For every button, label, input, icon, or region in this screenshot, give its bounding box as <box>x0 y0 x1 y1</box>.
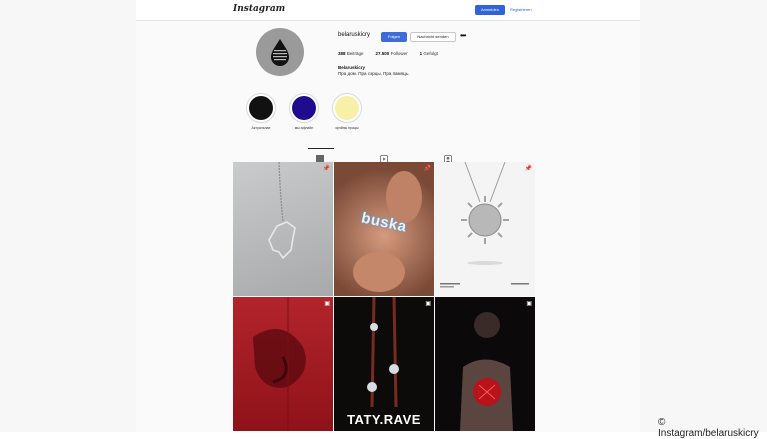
map-pendant-image <box>268 162 296 260</box>
post-tile[interactable]: buska 📌 <box>334 162 434 296</box>
posts-grid: 📌 buska 📌 📌 ▣ TATY.RAVE ▣ ▣ <box>233 162 536 432</box>
pin-icon: 📌 <box>322 166 330 172</box>
screenshot-frame: Instagram Anmelden Registrieren belarusk… <box>0 0 767 439</box>
highlight-item[interactable]: крэйны працы <box>330 93 364 130</box>
profile-username: belaruskicry <box>338 32 371 38</box>
tab-tagged[interactable] <box>444 150 454 163</box>
instagram-logo[interactable]: Instagram <box>233 4 285 14</box>
drop-logo-icon <box>271 39 289 66</box>
following-stat[interactable]: 1 Gefolgt <box>420 51 438 56</box>
bio-name: Belaruskicry <box>338 65 366 70</box>
register-link[interactable]: Registrieren <box>510 5 532 15</box>
profile-tabs <box>136 148 640 163</box>
photo-credit: © Instagram/belaruskicry <box>658 417 759 439</box>
login-button[interactable]: Anmelden <box>475 5 505 15</box>
pin-icon: 📌 <box>524 166 532 172</box>
sun-pendant-image <box>440 162 529 288</box>
highlight-item[interactable]: мы афлайн <box>287 93 321 130</box>
post-tile[interactable]: TATY.RAVE ▣ <box>334 297 434 431</box>
send-message-button[interactable]: Nachricht senden <box>410 32 456 42</box>
top-navigation-bar: Instagram Anmelden Registrieren <box>136 0 640 21</box>
highlight-label: мы афлайн <box>294 126 314 130</box>
image-icon: ▣ <box>324 301 330 307</box>
bio-text: Пра дом. Пра сэрцы. Пра памяць. <box>338 71 410 76</box>
post-tile[interactable]: ▣ <box>233 297 333 431</box>
profile-avatar[interactable] <box>256 28 304 76</box>
highlight-cover <box>292 96 316 120</box>
left-margin <box>0 0 136 432</box>
highlight-label: Актуальнае <box>251 126 271 130</box>
profile-stats: 388 Beiträge 27.500 Follower 1 Gefolgt <box>338 51 438 56</box>
post-tile[interactable]: ▣ <box>435 297 535 431</box>
tab-posts[interactable] <box>308 148 334 163</box>
right-margin <box>640 0 767 432</box>
post-tile[interactable]: 📌 <box>435 162 535 296</box>
post-tile[interactable]: 📌 <box>233 162 333 296</box>
highlight-item[interactable]: Актуальнае <box>244 93 278 130</box>
post-caption: TATY.RAVE <box>347 412 421 427</box>
followers-stat[interactable]: 27.500 Follower <box>376 51 408 56</box>
highlight-cover <box>249 96 273 120</box>
posts-stat: 388 Beiträge <box>338 51 364 56</box>
highlight-cover <box>335 96 359 120</box>
image-icon: ▣ <box>526 301 532 307</box>
more-horizontal-icon[interactable]: ••• <box>460 31 466 40</box>
image-icon: ▣ <box>425 301 431 307</box>
figure-with-red-object-image <box>460 312 513 431</box>
thorny-stem-image <box>367 297 399 408</box>
tab-reels[interactable] <box>380 150 390 163</box>
highlight-label: крэйны працы <box>335 126 359 130</box>
pin-icon: 📌 <box>423 166 431 172</box>
follow-button[interactable]: Folgen <box>381 32 407 42</box>
red-flower-image <box>253 297 306 431</box>
